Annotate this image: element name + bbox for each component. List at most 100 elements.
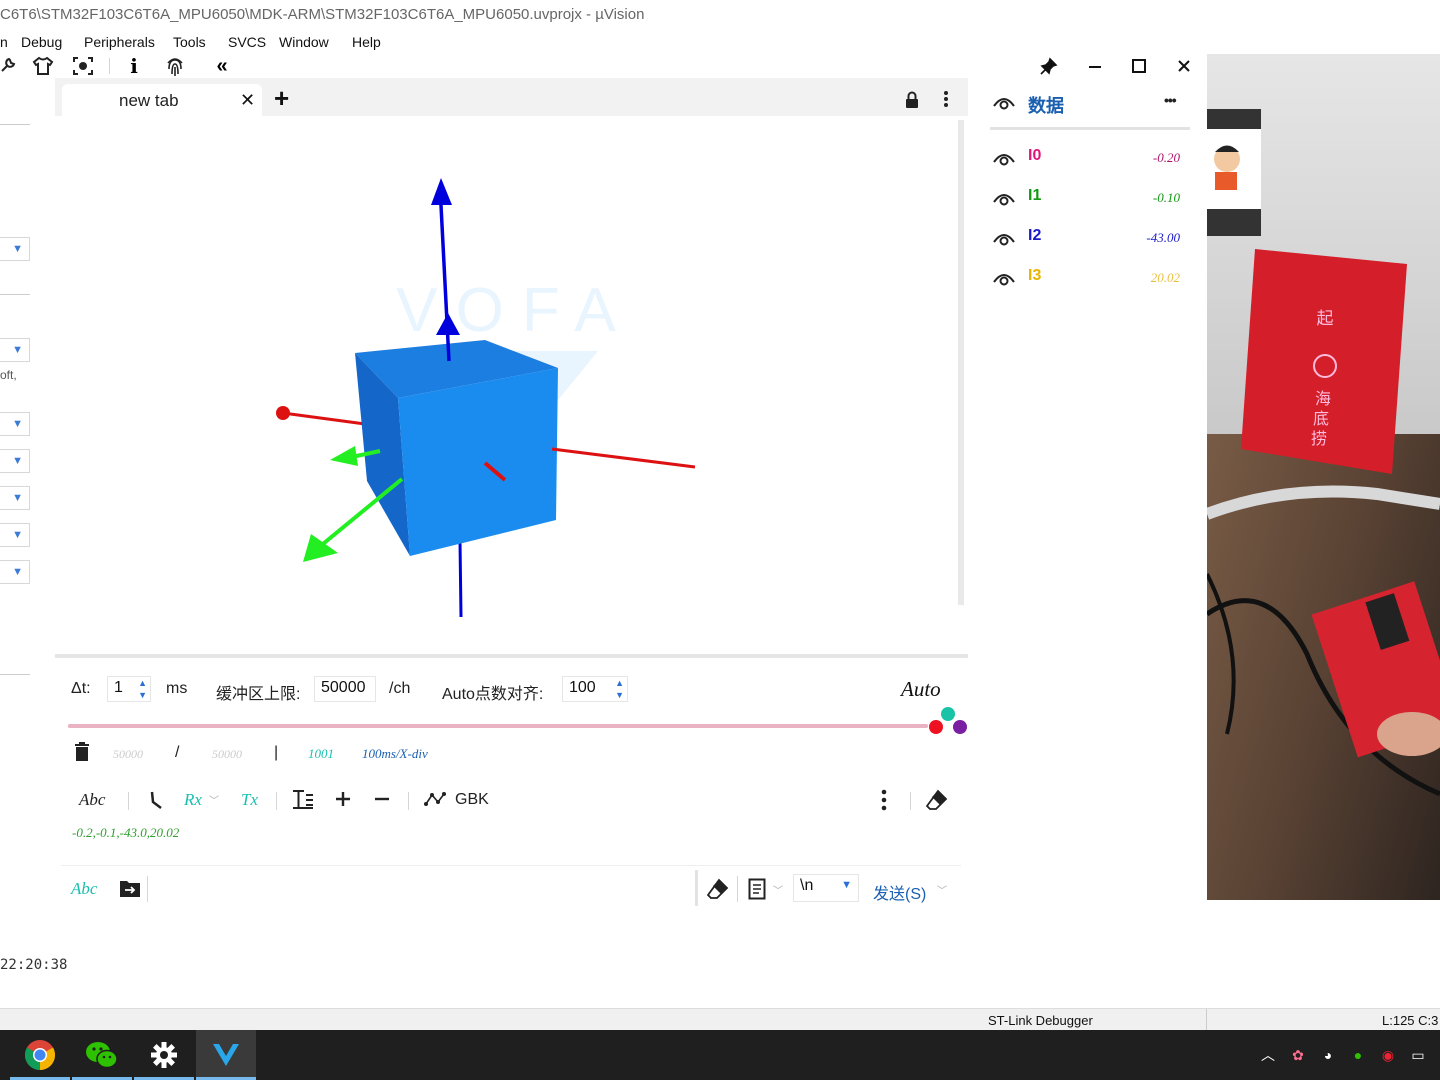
settings-taskbar-button[interactable] — [134, 1030, 194, 1080]
lock-icon[interactable] — [904, 91, 920, 114]
buffer-label: 缓冲区上限: — [216, 686, 301, 703]
wechat-taskbar-button[interactable] — [72, 1030, 132, 1080]
slider-red-handle[interactable] — [929, 720, 943, 734]
tray-battery-icon[interactable]: ▭ — [1407, 1044, 1429, 1066]
channel-value: -0.10 — [1152, 190, 1180, 205]
close-icon[interactable] — [1171, 54, 1197, 78]
buffer-input[interactable]: 50000 — [314, 676, 376, 702]
channel-row-i3[interactable]: I3 20.02 — [992, 264, 1187, 292]
divider — [147, 876, 148, 902]
dropdown-arrow[interactable]: ▼ — [0, 449, 30, 473]
cube-scene: VOFA — [276, 178, 696, 618]
align-input[interactable]: 100 ▲ ▼ — [562, 676, 628, 702]
menu-item-fragment[interactable]: n — [0, 34, 8, 50]
ide-status-bar: ST-Link Debugger L:125 C:3 — [0, 1008, 1440, 1031]
dt-input[interactable]: 1 ▲ ▼ — [107, 676, 151, 702]
menu-peripherals[interactable]: Peripherals — [84, 34, 155, 50]
tab-close-icon[interactable]: ✕ — [240, 90, 255, 111]
auto-button[interactable]: Auto — [901, 677, 941, 702]
eye-icon[interactable] — [992, 92, 1016, 117]
cube-3d-view[interactable]: VOFA — [55, 116, 968, 654]
channel-row-i0[interactable]: I0 -0.20 — [992, 144, 1187, 172]
menu-tools[interactable]: Tools — [173, 34, 206, 50]
tx-format-abc-button[interactable]: Abc — [71, 879, 97, 899]
capture-icon[interactable] — [70, 54, 96, 78]
chevron-down-icon: ▼ — [841, 879, 852, 891]
shirt-icon[interactable] — [30, 54, 56, 78]
chrome-taskbar-button[interactable] — [10, 1030, 70, 1080]
graph-icon[interactable] — [424, 791, 446, 812]
divider — [910, 792, 911, 810]
tab-new-tab[interactable]: new tab ✕ — [62, 84, 262, 116]
minimize-icon[interactable] — [1082, 54, 1108, 78]
dropdown-arrow[interactable]: ▼ — [0, 486, 30, 510]
plot-scrollbar[interactable] — [958, 120, 964, 605]
menu-debug[interactable]: Debug — [21, 34, 62, 50]
time-slider-track[interactable] — [68, 724, 928, 728]
gear-icon — [151, 1042, 177, 1068]
tray-expand-icon[interactable]: ︿ — [1257, 1044, 1279, 1066]
slider-teal-handle[interactable] — [941, 707, 955, 721]
dropdown-arrow[interactable]: ▼ — [0, 338, 30, 362]
svg-text:底: 底 — [1313, 409, 1329, 428]
eye-icon[interactable] — [992, 188, 1016, 208]
channel-value: -43.00 — [1146, 230, 1180, 245]
send-dropdown-icon[interactable]: ﹀ — [937, 882, 947, 897]
send-file-icon[interactable] — [119, 878, 141, 903]
command-dropdown-icon[interactable]: ﹀ — [773, 882, 783, 897]
dropdown-arrow[interactable]: ▼ — [0, 412, 30, 436]
svg-text:捞: 捞 — [1311, 429, 1327, 448]
menu-svcs[interactable]: SVCS — [228, 34, 266, 50]
tray-flower-icon[interactable]: ✿ — [1287, 1044, 1309, 1066]
info-icon[interactable]: i — [121, 54, 147, 78]
add-tab-button[interactable]: + — [274, 83, 289, 114]
command-list-icon[interactable] — [748, 878, 766, 905]
chrome-icon — [24, 1040, 56, 1070]
send-eraser-icon[interactable] — [706, 878, 729, 905]
spinner-arrows-icon[interactable]: ▲ ▼ — [615, 677, 624, 701]
dropdown-arrow[interactable]: ▼ — [0, 560, 30, 584]
dropdown-arrow[interactable]: ▼ — [0, 237, 30, 261]
fingerprint-icon[interactable] — [162, 54, 188, 78]
tab-more-icon[interactable] — [943, 90, 949, 113]
slider-purple-handle[interactable] — [953, 720, 967, 734]
dropdown-arrow[interactable]: ▼ — [0, 523, 30, 547]
sidebar-more-icon[interactable]: ••• — [1164, 92, 1177, 108]
maximize-icon[interactable] — [1126, 54, 1152, 78]
rx-format-abc-button[interactable]: Abc — [79, 790, 105, 810]
vofa-taskbar-button[interactable] — [196, 1030, 256, 1080]
pin-icon[interactable] — [1036, 54, 1062, 78]
zoom-in-icon[interactable] — [334, 790, 352, 813]
wechat-icon — [86, 1042, 118, 1069]
eye-icon[interactable] — [992, 268, 1016, 288]
divider — [0, 294, 30, 295]
tray-weibo-icon[interactable]: ◉ — [1377, 1044, 1399, 1066]
menu-window[interactable]: Window — [279, 34, 329, 50]
rx-data-line: -0.2,-0.1,-43.0,20.02 — [72, 825, 180, 840]
rx-more-icon[interactable] — [881, 789, 887, 816]
dt-unit: ms — [166, 680, 188, 697]
data-sidebar: 数据 ••• I0 -0.20 I1 -0.10 I2 -43.00 I3 20… — [968, 78, 1207, 909]
menu-help[interactable]: Help — [352, 34, 381, 50]
spinner-arrows-icon[interactable]: ▲ ▼ — [138, 677, 147, 701]
channel-row-i1[interactable]: I1 -0.10 — [992, 184, 1187, 212]
tx-toggle-button[interactable]: Tx — [241, 790, 258, 810]
rx-dropdown-icon[interactable]: ﹀ — [209, 792, 219, 807]
rx-toggle-button[interactable]: Rx — [184, 790, 202, 810]
trash-icon[interactable] — [74, 742, 90, 767]
timestamp-icon[interactable] — [149, 790, 163, 815]
line-ending-select[interactable]: \n ▼ — [793, 874, 859, 902]
tab-label: new tab — [119, 91, 179, 110]
wrench-icon[interactable] — [0, 54, 20, 78]
tray-wechat-icon[interactable]: ● — [1347, 1044, 1369, 1066]
tray-qq-icon[interactable]: ◕ — [1317, 1044, 1339, 1066]
collapse-left-icon[interactable]: « — [209, 54, 235, 78]
encoding-label[interactable]: GBK — [455, 791, 489, 809]
eye-icon[interactable] — [992, 148, 1016, 168]
eye-icon[interactable] — [992, 228, 1016, 248]
send-button[interactable]: 发送(S) — [873, 880, 926, 904]
eraser-icon[interactable] — [925, 789, 948, 816]
text-format-icon[interactable] — [292, 789, 314, 814]
channel-row-i2[interactable]: I2 -43.00 — [992, 224, 1187, 252]
zoom-out-icon[interactable] — [373, 790, 391, 813]
